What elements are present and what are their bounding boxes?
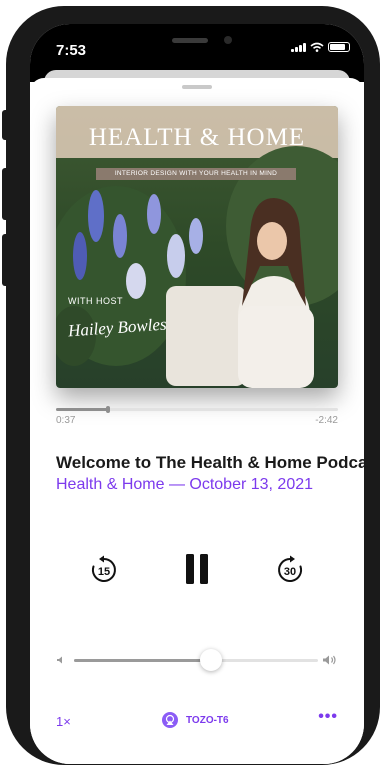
screen: 7:53 HEALTH & HOME INTERIOR DESIGN WITH … [30, 24, 364, 764]
earpiece-speaker [172, 38, 208, 43]
battery-icon [328, 42, 350, 52]
skip-back-seconds: 15 [98, 566, 110, 578]
skip-back-15-icon: 15 [91, 555, 116, 582]
skip-forward-button[interactable]: 30 [274, 554, 306, 586]
elapsed-time: 0:37 [56, 415, 76, 426]
volume-up-button [2, 168, 8, 220]
audio-route-button[interactable]: TOZO-T6 [162, 712, 229, 728]
more-button[interactable]: ••• [318, 708, 338, 726]
front-camera [224, 36, 232, 44]
volume-slider[interactable] [56, 648, 338, 672]
skip-forward-seconds: 30 [284, 566, 296, 578]
volume-track[interactable] [74, 649, 318, 671]
volume-fill [74, 659, 211, 662]
playback-scrubber[interactable] [56, 406, 338, 413]
scrubber-progress [56, 408, 109, 411]
now-playing-sheet: HEALTH & HOME INTERIOR DESIGN WITH YOUR … [30, 78, 364, 764]
volume-handle[interactable] [199, 649, 222, 671]
wifi-icon [310, 42, 324, 52]
podcast-artwork: HEALTH & HOME INTERIOR DESIGN WITH YOUR … [56, 106, 338, 388]
volume-low-icon [57, 656, 62, 664]
artwork-subtitle: INTERIOR DESIGN WITH YOUR HEALTH IN MIND [96, 168, 296, 180]
sheet-grabber[interactable] [182, 85, 212, 89]
scrubber-handle[interactable] [106, 406, 111, 413]
notch [106, 24, 290, 60]
signal-icon [291, 42, 306, 52]
airplay-icon [162, 712, 178, 728]
remaining-time: -2:42 [315, 415, 338, 426]
artwork-title: HEALTH & HOME [88, 124, 306, 151]
pause-icon [186, 554, 208, 584]
audio-route-label: TOZO-T6 [186, 714, 229, 726]
skip-back-button[interactable]: 15 [88, 554, 120, 586]
skip-forward-30-icon: 30 [278, 555, 303, 582]
episode-title: Welcome to The Health & Home Podcast [56, 453, 364, 472]
status-icons [291, 42, 350, 52]
artwork-host-label: WITH HOST [68, 296, 123, 306]
playback-speed-button[interactable]: 1× [56, 714, 71, 729]
pause-button[interactable] [184, 552, 210, 586]
status-time: 7:53 [56, 42, 87, 59]
silent-switch [2, 110, 8, 140]
volume-down-button [2, 234, 8, 286]
volume-high-icon [323, 655, 336, 665]
episode-subtitle[interactable]: Health & Home — October 13, 2021 [56, 476, 364, 494]
